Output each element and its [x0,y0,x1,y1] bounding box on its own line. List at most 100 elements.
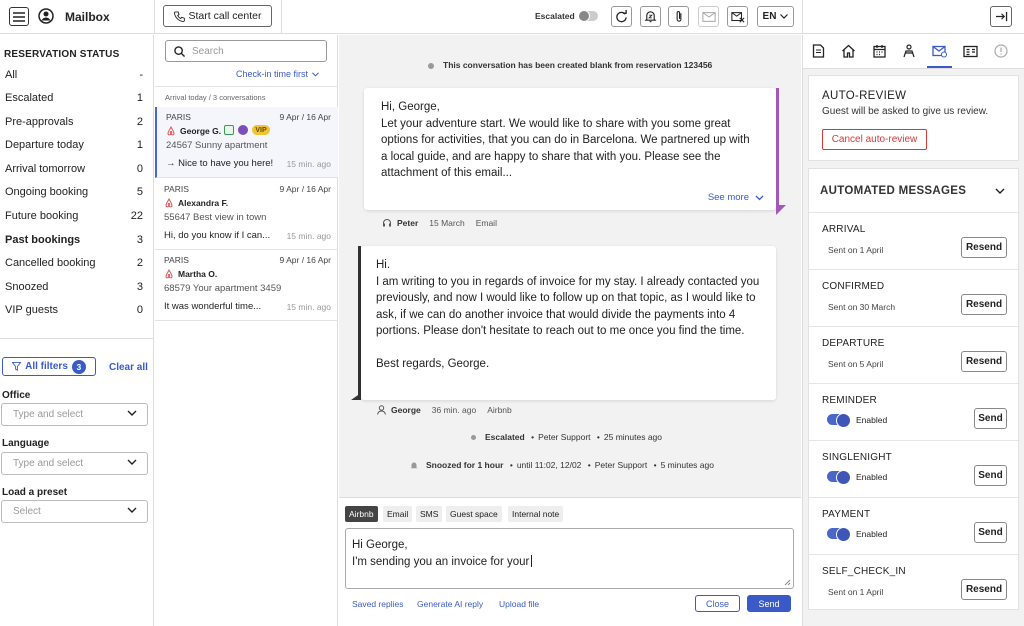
close-conversation-button[interactable] [727,6,748,27]
top-bar: Mailbox Start call center Escalated EN [0,0,1024,34]
automated-message-arrival: ARRIVAL Sent on 1 April Resend [809,212,1020,269]
airbnb-icon [167,126,175,136]
start-call-center-button[interactable]: Start call center [163,5,272,27]
chevron-down-icon [127,507,137,513]
message-textarea[interactable]: Hi George, I'm sending you an invoice fo… [345,528,794,589]
status-item-escalated[interactable]: Escalated 1 [5,88,143,108]
status-item-cancelled-booking[interactable]: Cancelled booking 2 [5,253,143,273]
search-placeholder: Search [192,45,224,57]
status-item-snoozed[interactable]: Snoozed 3 [5,277,143,297]
status-item-arrival-tomorrow[interactable]: Arrival tomorrow 0 [5,159,143,179]
filter-icon [12,362,22,371]
tab-property[interactable] [838,41,858,61]
snoozed-event: Snoozed for 1 hour • until 11:02, 12/02 •… [410,460,714,470]
saved-replies-link[interactable]: Saved replies [352,599,404,609]
conversation-list: Search Check-in time first Arrival today… [155,35,338,626]
heart-badge-icon [238,125,248,135]
chevron-down-icon [755,195,764,201]
send-button[interactable]: Send [747,595,791,612]
tab-automated-messages[interactable] [929,41,949,61]
arrow-right-bar-icon [995,11,1007,22]
message-body: I am writing to you in regards of invoic… [376,275,760,338]
chevron-down-icon [780,14,789,19]
resend-button[interactable]: Resend [961,351,1007,372]
status-item-future-booking[interactable]: Future booking 22 [5,206,143,226]
resize-handle-icon[interactable] [784,579,791,586]
mail-schedule-icon [931,45,947,57]
send-button[interactable]: Send [974,408,1007,429]
start-call-center-label: Start call center [188,10,262,22]
status-item-all[interactable]: All - [5,65,143,85]
preset-select[interactable]: Select [1,500,148,523]
language-filter-select[interactable]: Type and select [1,452,148,475]
conversation-item[interactable]: PARIS 9 Apr / 16 Apr George G. VIP 24567… [155,107,338,178]
message2-meta: George 36 min. ago Airbnb [377,405,512,415]
cancel-auto-review-button[interactable]: Cancel auto-review [822,129,927,150]
clear-all-link[interactable]: Clear all [109,362,148,373]
status-item-departure-today[interactable]: Departure today 1 [5,135,143,155]
reservation-detail-panel: AUTO-REVIEW Guest will be asked to give … [802,35,1024,626]
tab-calendar[interactable] [869,41,889,61]
enabled-toggle[interactable] [827,413,851,428]
conversation-item[interactable]: PARIS 9 Apr / 16 Apr Alexandra F. 55647 … [155,179,338,250]
tab-notes[interactable] [808,41,828,61]
enabled-toggle[interactable] [827,527,851,542]
status-item-vip-guests[interactable]: VIP guests 0 [5,300,143,320]
enabled-toggle[interactable] [827,470,851,485]
auto-review-description: Guest will be asked to give us review. [822,106,989,117]
resend-button[interactable]: Resend [961,237,1007,258]
search-field[interactable]: Search [165,40,327,62]
tab-services[interactable] [899,41,919,61]
message-greeting: Hi. [376,259,391,271]
divider [0,338,154,339]
snooze-button[interactable] [640,6,661,27]
hamburger-menu-icon[interactable] [9,7,29,26]
attachment-button[interactable] [668,6,689,27]
channel-tab-email[interactable]: Email [383,506,413,522]
sort-dropdown[interactable]: Check-in time first [236,69,319,79]
refresh-button[interactable] [611,6,632,27]
all-filters-label: All filters [25,361,68,372]
resend-button[interactable]: Resend [961,579,1007,600]
channel-tab-airbnb[interactable]: Airbnb [345,506,378,522]
house-badge-icon [224,125,234,135]
user-icon [377,405,386,415]
mark-read-button[interactable] [698,6,719,27]
close-button[interactable]: Close [695,595,740,612]
conversation-item[interactable]: PARIS 9 Apr / 16 Apr Martha O. 68579 You… [155,250,338,321]
see-more-link[interactable]: See more [708,190,764,207]
created-note: This conversation has been created blank… [428,60,712,70]
active-tab-underline [927,66,952,68]
automated-message-confirmed: CONFIRMED Sent on 30 March Resend [809,269,1020,326]
escalated-toggle[interactable] [578,10,598,22]
user-avatar-icon[interactable] [38,8,54,24]
automated-message-singlenight: SINGLENIGHT Enabled Send [809,440,1020,497]
channel-tab-guest-space[interactable]: Guest space [446,506,502,522]
collapse-panel-button[interactable] [990,6,1012,27]
reservation-status-sidebar: RESERVATION STATUS All - Escalated 1 Pre-a… [0,35,154,626]
tab-details[interactable] [960,41,980,61]
send-button[interactable]: Send [974,522,1007,543]
status-item-pre-approvals[interactable]: Pre-approvals 2 [5,112,143,132]
airbnb-icon [165,198,173,208]
outgoing-message: Hi, George, Let your adventure start. We… [364,88,776,210]
channel-tab-sms[interactable]: SMS [416,506,443,522]
chevron-down-icon[interactable] [995,188,1005,194]
refresh-icon [616,10,627,23]
automated-message-reminder: REMINDER Enabled Send [809,383,1020,440]
upload-file-link[interactable]: Upload file [499,599,539,609]
resend-button[interactable]: Resend [961,294,1007,315]
status-item-ongoing-booking[interactable]: Ongoing booking 5 [5,182,143,202]
generate-ai-reply-link[interactable]: Generate AI reply [417,599,483,609]
divider [155,86,338,87]
message-signoff: Best regards, George. [376,357,490,370]
tab-alerts[interactable] [991,41,1011,61]
all-filters-button[interactable]: All filters 3 [2,357,96,376]
office-select[interactable]: Type and select [1,403,148,426]
conversation-thread: This conversation has been created blank… [339,35,801,497]
send-button[interactable]: Send [974,465,1007,486]
search-icon [174,45,185,57]
status-item-past-bookings[interactable]: Past bookings 3 [5,230,143,250]
language-select[interactable]: EN [757,6,794,27]
channel-tab-internal-note[interactable]: Internal note [508,506,564,522]
